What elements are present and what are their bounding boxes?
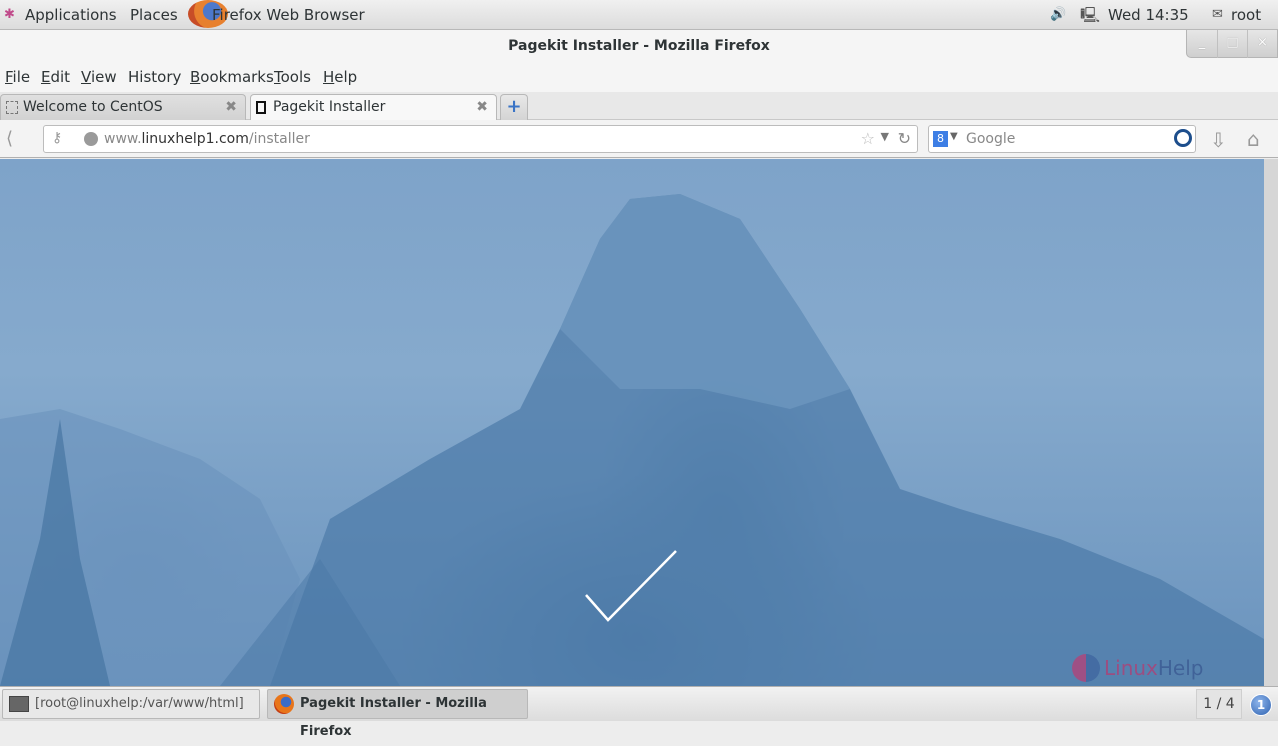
google-engine-icon[interactable]: 8 bbox=[933, 131, 948, 147]
volume-icon[interactable]: 🔊 bbox=[1050, 7, 1066, 22]
engine-dropdown-icon[interactable]: ▼ bbox=[950, 131, 958, 142]
search-placeholder: Google bbox=[966, 131, 1016, 147]
maximize-button[interactable]: □ bbox=[1217, 30, 1247, 58]
menu-file[interactable]: File bbox=[5, 68, 30, 86]
menu-view-accel: V bbox=[81, 68, 91, 86]
tab-label: Welcome to CentOS bbox=[23, 99, 163, 115]
places-menu[interactable]: Places bbox=[130, 6, 178, 24]
task-firefox[interactable]: Pagekit Installer - Mozilla Firefox bbox=[267, 689, 528, 739]
notification-badge[interactable]: 1 bbox=[1250, 694, 1272, 716]
url-path: /installer bbox=[248, 131, 310, 147]
workspace-switcher[interactable]: 1 / 4 bbox=[1196, 689, 1242, 719]
clock[interactable]: Wed 14:35 bbox=[1108, 6, 1189, 24]
bottom-taskbar: [root@linuxhelp:/var/www/html] Pagekit I… bbox=[0, 686, 1278, 739]
network-icon[interactable]: 🖳 bbox=[1080, 5, 1100, 30]
search-bar[interactable]: 8 ▼ Google bbox=[928, 125, 1196, 153]
tab-welcome-centos[interactable]: Welcome to CentOS ✖ bbox=[0, 94, 246, 120]
menu-view[interactable]: View bbox=[81, 68, 117, 86]
menu-bookmarks-accel: B bbox=[190, 68, 201, 86]
menu-bookmarks[interactable]: Bookmarks bbox=[190, 68, 274, 86]
url-domain: linuxhelp1.com bbox=[141, 131, 249, 147]
back-button-icon[interactable]: ⟨ bbox=[6, 128, 13, 149]
applications-icon: ✱ bbox=[4, 7, 15, 22]
globe-icon bbox=[84, 132, 98, 146]
watermark-text: LinuxHelp bbox=[1104, 656, 1204, 680]
close-tab-icon[interactable]: ✖ bbox=[476, 95, 488, 119]
key-icon[interactable]: ⚷ bbox=[52, 130, 62, 146]
close-tab-icon[interactable]: ✖ bbox=[225, 95, 237, 119]
top-panel: ✱ Applications Places Firefox Web Browse… bbox=[0, 0, 1278, 30]
task-label: Pagekit Installer - Mozilla Firefox bbox=[300, 696, 487, 739]
tab-pagekit-installer[interactable]: Pagekit Installer ✖ bbox=[250, 94, 497, 120]
linuxhelp-watermark: LinuxHelp bbox=[1072, 652, 1222, 686]
firefox-icon bbox=[274, 694, 294, 714]
url-text[interactable]: www.linuxhelp1.com/installer bbox=[104, 131, 310, 147]
tab-bar: Welcome to CentOS ✖ Pagekit Installer ✖ bbox=[0, 92, 1278, 120]
history-dropdown-icon[interactable]: ▼ bbox=[881, 130, 889, 143]
menu-help[interactable]: Help bbox=[323, 68, 357, 86]
url-prefix: www. bbox=[104, 131, 142, 147]
task-terminal[interactable]: [root@linuxhelp:/var/www/html] bbox=[2, 689, 260, 719]
applications-menu[interactable]: Applications bbox=[25, 6, 117, 24]
menu-edit[interactable]: Edit bbox=[41, 68, 70, 86]
menu-tools-rest: ools bbox=[280, 68, 311, 86]
close-button[interactable]: × bbox=[1247, 30, 1277, 58]
menu-help-accel: H bbox=[323, 68, 335, 86]
menu-history[interactable]: History bbox=[128, 68, 181, 86]
checkmark-icon bbox=[585, 550, 677, 622]
reload-icon[interactable]: ↻ bbox=[898, 129, 911, 148]
new-tab-button[interactable]: + bbox=[500, 94, 528, 120]
watermark-linux: Linux bbox=[1104, 656, 1158, 680]
window-controls: _ □ × bbox=[1186, 30, 1278, 58]
menu-bookmarks-rest: ookmarks bbox=[200, 68, 274, 86]
scrollbar[interactable] bbox=[1264, 159, 1278, 686]
navigation-bar: ⟨ ⚷ www.linuxhelp1.com/installer ☆ ▼ ↻ 8… bbox=[0, 120, 1278, 158]
window-title: Pagekit Installer - Mozilla Firefox bbox=[0, 30, 1278, 62]
task-label: [root@linuxhelp:/var/www/html] bbox=[35, 696, 244, 711]
menu-edit-rest: dit bbox=[50, 68, 71, 86]
url-bar[interactable]: ⚷ www.linuxhelp1.com/installer ☆ ▼ ↻ bbox=[43, 125, 918, 153]
menu-tools[interactable]: Tools bbox=[274, 68, 311, 86]
bookmark-star-icon[interactable]: ☆ bbox=[861, 129, 875, 148]
minimize-button[interactable]: _ bbox=[1187, 30, 1217, 58]
menu-file-accel: F bbox=[5, 68, 13, 86]
page-content bbox=[0, 159, 1264, 686]
user-icon: ✉ bbox=[1212, 7, 1223, 22]
menu-view-rest: iew bbox=[90, 68, 117, 86]
menu-tools-accel: T bbox=[274, 68, 281, 86]
watermark-help: Help bbox=[1157, 656, 1204, 680]
active-app-label[interactable]: Firefox Web Browser bbox=[212, 6, 365, 24]
linuxhelp-logo-icon bbox=[1072, 654, 1100, 682]
page-icon bbox=[6, 101, 18, 114]
menu-file-rest: ile bbox=[12, 68, 31, 86]
download-icon[interactable]: ⇩ bbox=[1210, 128, 1227, 152]
menu-bar: File Edit View History Bookmarks Tools H… bbox=[0, 62, 1278, 92]
tab-label: Pagekit Installer bbox=[273, 99, 386, 115]
page-icon bbox=[256, 101, 266, 114]
menu-help-rest: elp bbox=[334, 68, 358, 86]
search-icon[interactable] bbox=[1174, 129, 1192, 147]
user-menu[interactable]: root bbox=[1231, 6, 1261, 24]
terminal-icon bbox=[9, 696, 29, 712]
home-icon[interactable]: ⌂ bbox=[1247, 127, 1260, 151]
